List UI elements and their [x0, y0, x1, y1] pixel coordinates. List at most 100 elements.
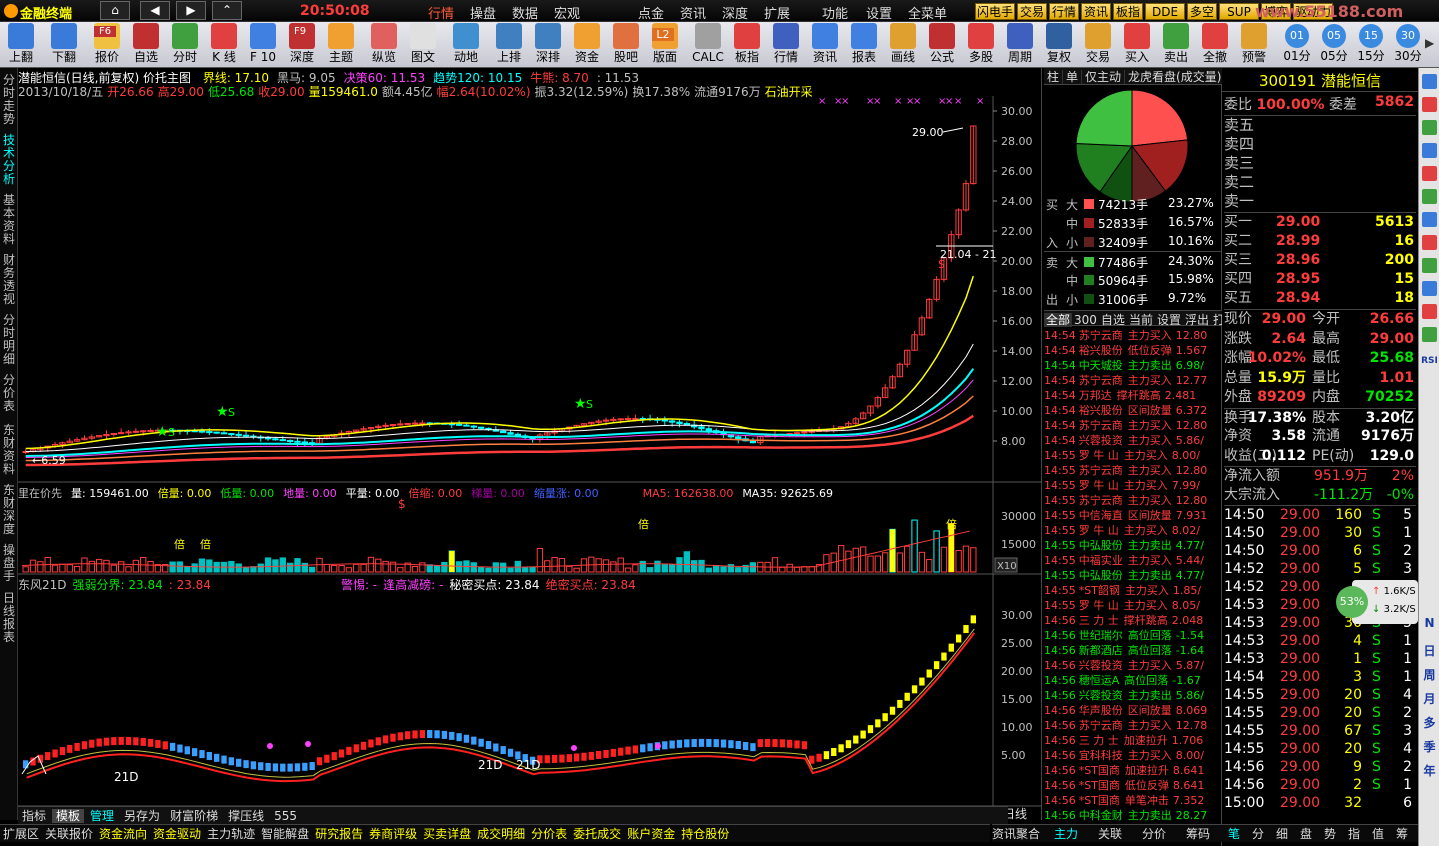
menu-item-8[interactable]: 功能 [822, 3, 848, 22]
flow-bottom-tab-1[interactable]: 关联 [1088, 825, 1132, 842]
quick-button-6[interactable]: 多空 [1187, 3, 1217, 20]
period-button-1[interactable]: 05 05分 [1317, 22, 1351, 68]
alert-row[interactable]: 14:56 中科金财 主力卖出 28.27 [1044, 808, 1222, 823]
sidebar-icon[interactable] [1422, 304, 1437, 319]
menu-item-7[interactable]: 扩展 [764, 3, 790, 22]
expand-icon[interactable]: ▶ [1425, 36, 1434, 50]
toolbar-button-8[interactable]: 主题 [322, 22, 360, 68]
period-button-2[interactable]: 15 15分 [1354, 22, 1388, 68]
quote-bottom-tab-1[interactable]: 分 [1246, 825, 1270, 842]
menu-item-1[interactable]: 操盘 [470, 3, 496, 22]
left-tab-0[interactable]: 分时走势 [2, 74, 16, 126]
flow-bottom-tab-2[interactable]: 分价 [1132, 825, 1176, 842]
toolbar-button-19[interactable]: 行情 [767, 22, 805, 68]
left-tab-5[interactable]: 分价表 [2, 374, 16, 413]
alert-row[interactable]: 14:56 新都酒店 高位回落 -1.64 [1044, 643, 1222, 658]
menu-item-10[interactable]: 全菜单 [908, 3, 947, 22]
list-tab-2[interactable]: 自选 [1099, 313, 1127, 327]
alert-row[interactable]: 14:55 中信海直 区间放量 7.931 [1044, 508, 1222, 523]
func-tab-8[interactable]: 买卖详盘 [420, 827, 474, 841]
alert-row[interactable]: 14:55 *ST韶钢 主力买入 1.85/ [1044, 583, 1222, 598]
func-tab-5[interactable]: 智能解盘 [258, 827, 312, 841]
func-tab-3[interactable]: 资金驱动 [150, 827, 204, 841]
list-tab-1[interactable]: 300 [1072, 313, 1099, 327]
func-tab-4[interactable]: 主力轨迹 [204, 827, 258, 841]
quote-bottom-tab-0[interactable]: 笔 [1222, 825, 1246, 842]
toolbar-button-4[interactable]: 分时 [166, 22, 204, 68]
sidebar-item-1[interactable]: N [1420, 616, 1439, 630]
quick-button-7[interactable]: SUP [1219, 3, 1259, 20]
flow-bottom-tab-0[interactable]: 主力 [1044, 825, 1088, 842]
toolbar-button-1[interactable]: 下翻 [45, 22, 83, 68]
collapse-icon[interactable]: ⌃ [212, 1, 242, 20]
alert-row[interactable]: 14:56 世纪瑞尔 高位回落 -1.54 [1044, 628, 1222, 643]
sidebar-icon[interactable] [1422, 120, 1437, 135]
alert-row[interactable]: 14:54 万邦达 撑杆跳高 2.481 [1044, 388, 1222, 403]
func-tab-13[interactable]: 持仓股份 [678, 827, 732, 841]
func-tab-6[interactable]: 研究报告 [312, 827, 366, 841]
sidebar-item-6[interactable]: 季 [1420, 738, 1439, 755]
alert-row[interactable]: 14:54 裕兴股份 区间放量 6.372 [1044, 403, 1222, 418]
ind-tab-1[interactable]: 模板 [52, 809, 85, 823]
sidebar-icon[interactable] [1422, 74, 1437, 89]
toolbar-button-20[interactable]: 资讯 [806, 22, 844, 68]
period-button-3[interactable]: 30 30分 [1391, 22, 1425, 68]
toolbar-button-17[interactable]: CALC [689, 22, 727, 68]
toolbar-button-29[interactable]: 卖出 [1157, 22, 1195, 68]
quick-button-3[interactable]: 资讯 [1081, 3, 1111, 20]
alert-row[interactable]: 14:56 *ST国商 加速拉升 8.641 [1044, 763, 1222, 778]
toolbar-button-23[interactable]: 公式 [923, 22, 961, 68]
menu-item-5[interactable]: 资讯 [680, 3, 706, 22]
back-icon[interactable]: ◀ [140, 1, 170, 20]
quote-bottom-tab-7[interactable]: 筹 [1390, 825, 1414, 842]
sidebar-icon[interactable] [1422, 327, 1437, 342]
chart-svg[interactable]: 30.00 28.00 26.00 24.00 22.00 20.00 18.00 16.00… [18, 96, 1042, 820]
alert-row[interactable]: 14:54 裕兴股份 低位反弹 1.567 [1044, 343, 1222, 358]
alert-row[interactable]: 14:55 罗 牛 山主力买入 8.02/ [1044, 523, 1222, 538]
func-tab-0[interactable]: 扩展区 [0, 827, 42, 841]
alert-row[interactable]: 14:55 罗 牛 山主力买入 7.99/ [1044, 478, 1222, 493]
ind-tab-0[interactable]: 指标 [18, 809, 50, 823]
toolbar-button-21[interactable]: 报表 [845, 22, 883, 68]
toolbar-button-25[interactable]: 周期 [1001, 22, 1039, 68]
quote-bottom-tab-5[interactable]: 指 [1342, 825, 1366, 842]
toolbar-button-0[interactable]: 上翻 [2, 22, 40, 68]
home-icon[interactable]: ⌂ [100, 1, 130, 20]
list-tab-4[interactable]: 设置 [1155, 313, 1183, 327]
alert-row[interactable]: 14:54 兴蓉投资 主力买入 5.86/ [1044, 433, 1222, 448]
ind-tab-4[interactable]: 财富阶梯 [166, 809, 222, 823]
func-tab-10[interactable]: 分价表 [528, 827, 570, 841]
ind-tab-6[interactable]: 555 [270, 809, 301, 823]
toolbar-button-31[interactable]: 预警 [1235, 22, 1273, 68]
left-tab-8[interactable]: 操盘手 [2, 544, 16, 583]
toolbar-button-14[interactable]: 资金 [568, 22, 606, 68]
sidebar-item-0[interactable]: RSI [1420, 356, 1439, 366]
sidebar-icon[interactable] [1422, 143, 1437, 158]
sidebar-icon[interactable] [1422, 281, 1437, 296]
sidebar-icon[interactable] [1422, 166, 1437, 181]
list-tab-3[interactable]: 当前 [1127, 313, 1155, 327]
alert-row[interactable]: 14:56 苏宁云商 主力买入 12.78 [1044, 718, 1222, 733]
alert-row[interactable]: 14:54 苏宁云商 主力买入 12.80 [1044, 418, 1222, 433]
left-tab-6[interactable]: 东财资料 [2, 424, 16, 476]
flow-tab-1[interactable]: 单 [1063, 70, 1083, 84]
left-tab-2[interactable]: 基本资料 [2, 194, 16, 246]
alert-row[interactable]: 14:55 苏宁云商 主力买入 12.80 [1044, 463, 1222, 478]
sidebar-icon[interactable] [1422, 212, 1437, 227]
toolbar-button-15[interactable]: 股吧 [607, 22, 645, 68]
alert-row[interactable]: 14:54 中天城投 主力卖出 6.98/ [1044, 358, 1222, 373]
list-tab-0[interactable]: 全部 [1044, 313, 1073, 327]
func-tab-7[interactable]: 券商评级 [366, 827, 420, 841]
func-tab-12[interactable]: 账户资金 [624, 827, 678, 841]
menu-item-2[interactable]: 数据 [512, 3, 538, 22]
func-tab-11[interactable]: 委托成交 [570, 827, 624, 841]
func-tab-1[interactable]: 关联报价 [42, 827, 96, 841]
sidebar-item-2[interactable]: 日 [1420, 642, 1439, 659]
alert-row[interactable]: 14:56 兴蓉投资 主力买入 5.87/ [1044, 658, 1222, 673]
toolbar-button-18[interactable]: 板指 [728, 22, 766, 68]
toolbar-button-10[interactable]: 图文 [404, 22, 442, 68]
func-tab-2[interactable]: 资金流向 [96, 827, 150, 841]
left-tab-9[interactable]: 日线报表 [2, 592, 16, 644]
forward-icon[interactable]: ▶ [176, 1, 206, 20]
sidebar-item-7[interactable]: 年 [1420, 762, 1439, 779]
